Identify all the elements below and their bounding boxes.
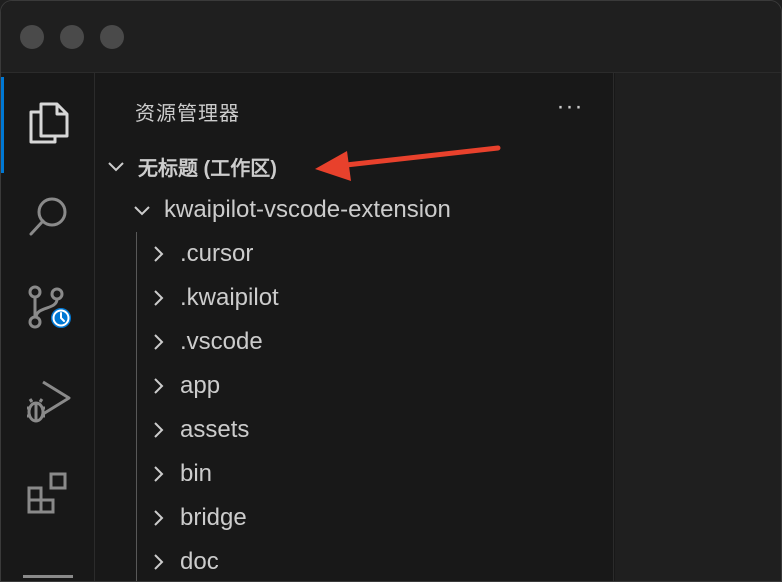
tree-item[interactable]: bin (146, 452, 212, 496)
minimize-window-button[interactable] (60, 25, 84, 49)
tree-item-label: .kwaipilot (180, 284, 279, 311)
tree-item-label: .vscode (180, 328, 263, 355)
title-bar (1, 1, 781, 73)
tree-item-label: bridge (180, 504, 247, 531)
tree-item-label: bin (180, 460, 213, 487)
more-actions-button[interactable]: ··· (552, 91, 588, 123)
chevron-right-icon (154, 422, 164, 438)
tree-item[interactable]: doc (146, 540, 219, 581)
activity-source-control[interactable] (1, 263, 95, 351)
tree-item-label: app (180, 372, 221, 399)
chevron-down-icon (108, 162, 124, 172)
accounts-icon[interactable] (23, 575, 73, 581)
search-icon (29, 197, 67, 236)
maximize-window-button[interactable] (100, 25, 124, 49)
workspace-header[interactable]: 无标题 (工作区) (104, 144, 277, 188)
tree-item[interactable]: .vscode (146, 320, 263, 364)
sidebar-title: 资源管理器 (135, 103, 240, 125)
chevron-right-icon (154, 554, 164, 570)
run-debug-icon (27, 380, 71, 423)
tree-item-root-folder[interactable]: kwaipilot-vscode-extension (130, 188, 451, 232)
chevron-right-icon (154, 290, 164, 306)
workspace-label: 无标题 (工作区) (138, 157, 277, 180)
chevron-right-icon (154, 246, 164, 262)
root-folder-label: kwaipilot-vscode-extension (164, 196, 451, 223)
tree-item[interactable]: .kwaipilot (146, 276, 279, 320)
tree-item[interactable]: assets (146, 408, 249, 452)
tree-item-label: doc (180, 548, 219, 575)
chevron-down-icon (134, 206, 150, 216)
extensions-icon (27, 472, 67, 514)
activity-explorer[interactable] (1, 77, 95, 173)
tree-item[interactable]: .cursor (146, 232, 253, 276)
chevron-right-icon (154, 378, 164, 394)
source-control-icon (28, 285, 73, 330)
editor-area (615, 73, 781, 581)
tree-indent-guide (136, 232, 137, 581)
activity-run-debug[interactable] (1, 357, 95, 445)
explorer-sidebar: 资源管理器 ··· 无标题 (工作区) kwaipilot-vscode-ext… (96, 73, 614, 581)
more-actions-label: ··· (556, 93, 584, 120)
explorer-icon (29, 102, 69, 144)
chevron-right-icon (154, 466, 164, 482)
tree-item-label: assets (180, 416, 250, 443)
activity-extensions[interactable] (1, 449, 95, 537)
tree-item[interactable]: bridge (146, 496, 247, 540)
tree-item-label: .cursor (180, 240, 254, 267)
vscode-window: 资源管理器 ··· 无标题 (工作区) kwaipilot-vscode-ext… (0, 0, 782, 582)
chevron-right-icon (154, 510, 164, 526)
activity-search[interactable] (1, 173, 95, 261)
chevron-right-icon (154, 334, 164, 350)
tree-item[interactable]: app (146, 364, 220, 408)
close-window-button[interactable] (20, 25, 44, 49)
activity-bar (1, 73, 95, 581)
